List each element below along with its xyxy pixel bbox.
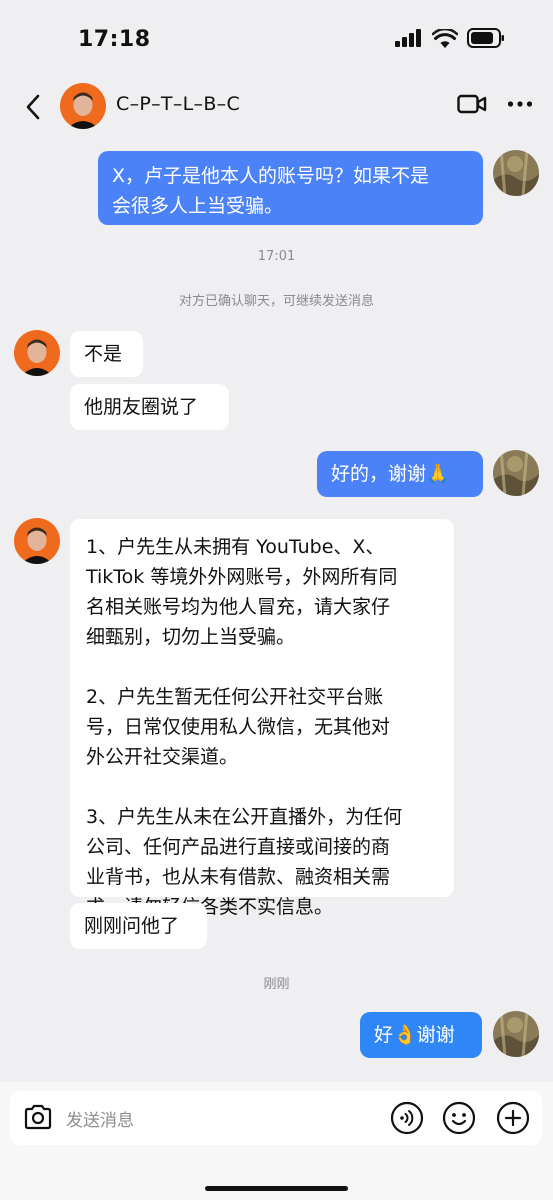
contact-message-avatar[interactable] — [14, 518, 60, 564]
voice-icon — [390, 1101, 424, 1135]
status-bar: 17:18 — [0, 0, 553, 80]
camera-button[interactable] — [23, 1103, 53, 1135]
voice-button[interactable] — [390, 1101, 424, 1139]
add-button[interactable] — [496, 1101, 530, 1139]
my-avatar[interactable] — [493, 150, 539, 196]
message-bubble-theirs[interactable]: 他朋友圈说了 — [70, 384, 229, 430]
message-input-bar: 发送消息 — [0, 1082, 553, 1200]
timestamp: 刚刚 — [263, 977, 290, 992]
input-placeholder: 发送消息 — [66, 1111, 134, 1131]
back-button[interactable] — [18, 90, 48, 124]
battery-icon — [467, 28, 504, 48]
home-indicator — [205, 1186, 348, 1191]
status-time: 17:18 — [78, 27, 151, 52]
status-icons — [395, 28, 505, 48]
system-notice: 对方已确认聊天，可继续发送消息 — [178, 294, 374, 309]
message-bubble-mine[interactable]: 好👌谢谢 — [360, 1012, 482, 1058]
emoji-button[interactable] — [442, 1101, 476, 1139]
signal-icon — [395, 29, 421, 47]
timestamp: 17:01 — [257, 249, 296, 264]
chat-header: C–P–T–L–B–C — [0, 80, 553, 134]
wifi-icon — [432, 28, 458, 48]
contact-avatar[interactable] — [60, 83, 106, 129]
message-input[interactable]: 发送消息 — [10, 1091, 542, 1145]
message-bubble-theirs[interactable]: 刚刚问他了 — [70, 903, 207, 949]
chevron-left-icon — [26, 94, 40, 120]
video-camera-icon — [457, 94, 487, 114]
more-options-button[interactable] — [507, 93, 533, 119]
smiley-icon — [442, 1101, 476, 1135]
my-avatar[interactable] — [493, 450, 539, 496]
more-horizontal-icon — [507, 101, 533, 107]
video-call-button[interactable] — [457, 93, 487, 119]
message-bubble-theirs[interactable]: 1、户先生从未拥有 YouTube、X、 TikTok 等境外外网账号，外网所有… — [70, 519, 454, 918]
contact-name[interactable]: C–P–T–L–B–C — [116, 93, 240, 115]
contact-message-avatar[interactable] — [14, 330, 60, 376]
plus-circle-icon — [496, 1101, 530, 1135]
message-bubble-mine[interactable]: 好的，谢谢🙏 — [317, 451, 483, 497]
message-bubble-theirs[interactable]: 不是 — [70, 331, 143, 377]
my-avatar[interactable] — [493, 1011, 539, 1057]
message-bubble-mine[interactable]: X，卢子是他本人的账号吗？如果不是 会很多人上当受骗。 — [98, 151, 483, 225]
camera-icon — [24, 1104, 52, 1130]
